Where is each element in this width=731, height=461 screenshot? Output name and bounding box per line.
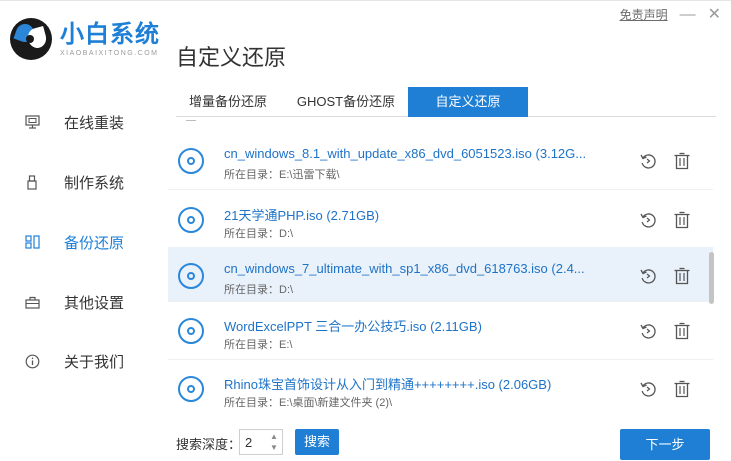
chevron-down-icon[interactable]: ▼ — [268, 442, 280, 453]
brand: 小白系统 XIAOBAIXITONG.COM — [10, 18, 160, 60]
brand-name: 小白系统 — [60, 20, 160, 48]
sidebar-item-make-system[interactable]: 制作系统 — [24, 167, 124, 197]
sidebar-item-label: 在线重装 — [64, 114, 125, 132]
file-name: Rhino珠宝首饰设计从入门到精通++++++++.iso (2.06GB) — [224, 377, 552, 392]
usb-icon — [24, 174, 40, 190]
trash-icon[interactable] — [673, 380, 691, 398]
chevron-up-icon[interactable]: ▲ — [268, 431, 280, 442]
search-button[interactable]: 搜索 — [295, 429, 339, 455]
file-name: cn_windows_8.1_with_update_x86_dvd_60515… — [224, 146, 587, 161]
disclaimer-link[interactable]: 免责声明 — [620, 6, 668, 23]
disc-icon — [178, 263, 204, 289]
file-path: 所在目录：E:\ — [224, 339, 293, 351]
disc-icon — [178, 318, 204, 344]
disc-icon — [178, 148, 204, 174]
file-path: 所在目录：D:\ — [224, 228, 294, 240]
next-step-button[interactable]: 下一步 — [620, 429, 710, 460]
search-depth-label: 搜索深度： — [176, 437, 242, 452]
close-button[interactable]: ✕ — [708, 6, 721, 23]
trash-icon[interactable] — [673, 152, 691, 170]
restore-icon[interactable] — [639, 267, 657, 285]
file-name: 21天学通PHP.iso (2.71GB) — [224, 208, 380, 223]
list-item[interactable]: Rhino珠宝首饰设计从入门到精通++++++++.iso (2.06GB) 所… — [168, 360, 713, 413]
briefcase-icon — [24, 294, 40, 310]
restore-tabs: 增量备份还原 GHOST备份还原 自定义还原 — [176, 87, 716, 117]
backup-icon — [24, 234, 40, 250]
disc-icon — [178, 207, 204, 233]
iso-file-list[interactable]: cn_windows_8.1_with_update_x86_dvd_60515… — [168, 118, 715, 413]
restore-icon[interactable] — [639, 211, 657, 229]
list-item-selected[interactable]: cn_windows_7_ultimate_with_sp1_x86_dvd_6… — [168, 247, 713, 302]
restore-icon[interactable] — [639, 322, 657, 340]
list-item[interactable]: cn_windows_8.1_with_update_x86_dvd_60515… — [168, 132, 713, 190]
sidebar-item-about-us[interactable]: 关于我们 — [24, 346, 124, 376]
depth-stepper[interactable]: ▲ ▼ — [268, 431, 280, 453]
scrollbar-thumb[interactable] — [709, 252, 714, 304]
tab-ghost-restore[interactable]: GHOST备份还原 — [288, 87, 404, 117]
sidebar-item-other-settings[interactable]: 其他设置 — [24, 287, 124, 317]
brand-subtitle: XIAOBAIXITONG.COM — [60, 49, 159, 57]
sidebar-item-label: 关于我们 — [64, 353, 125, 371]
tab-custom-restore[interactable]: 自定义还原 — [408, 87, 528, 117]
disc-icon — [178, 376, 204, 402]
list-top-divider — [186, 120, 196, 121]
window-top-border — [0, 0, 731, 1]
list-item[interactable]: 21天学通PHP.iso (2.71GB) 所在目录：D:\ — [168, 191, 713, 249]
restore-icon[interactable] — [639, 380, 657, 398]
monitor-icon — [24, 114, 40, 130]
trash-icon[interactable] — [673, 322, 691, 340]
restore-icon[interactable] — [639, 152, 657, 170]
window-controls: 免责声明 — ✕ — [620, 6, 721, 23]
sidebar-item-label: 备份还原 — [64, 234, 125, 252]
sidebar-item-backup-restore[interactable]: 备份还原 — [24, 227, 124, 257]
file-name: WordExcelPPT 三合一办公技巧.iso (2.11GB) — [224, 319, 482, 334]
sidebar-item-label: 其他设置 — [64, 294, 125, 312]
trash-icon[interactable] — [673, 267, 691, 285]
file-path: 所在目录：D:\ — [224, 284, 294, 296]
file-path: 所在目录：E:\迅雷下载\ — [224, 169, 340, 181]
page-title: 自定义还原 — [176, 45, 287, 70]
info-icon — [24, 353, 40, 369]
logo-icon — [10, 18, 52, 60]
sidebar-item-label: 制作系统 — [64, 174, 125, 192]
minimize-button[interactable]: — — [680, 6, 696, 23]
tab-incremental-restore[interactable]: 增量备份还原 — [176, 87, 280, 117]
file-name: cn_windows_7_ultimate_with_sp1_x86_dvd_6… — [224, 261, 585, 276]
sidebar-item-online-reinstall[interactable]: 在线重装 — [24, 107, 124, 137]
list-item[interactable]: WordExcelPPT 三合一办公技巧.iso (2.11GB) 所在目录：E… — [168, 302, 713, 360]
file-path: 所在目录：E:\桌面\新建文件夹 (2)\ — [224, 397, 393, 409]
trash-icon[interactable] — [673, 211, 691, 229]
